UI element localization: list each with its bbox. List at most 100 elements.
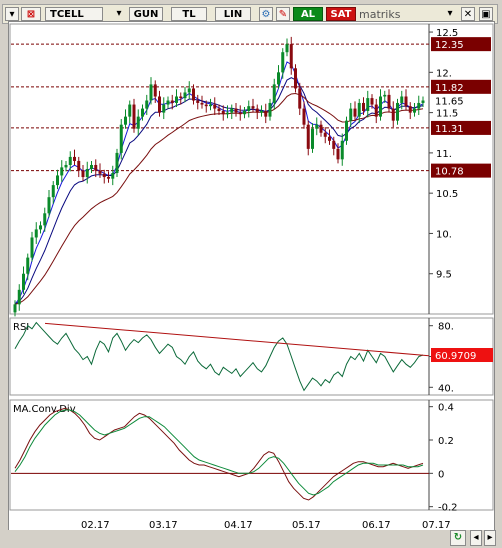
pen-icon[interactable]: ✎ — [276, 7, 290, 21]
matriks-logo: matriks — [359, 8, 401, 21]
candle-body — [362, 102, 365, 111]
candle-body — [417, 102, 421, 109]
candle-body — [64, 164, 68, 168]
candle-body — [238, 112, 242, 115]
logo-dropdown-icon[interactable]: ▾ — [444, 7, 456, 21]
chart-svg: 12.35 11.82 11.31 10.78 12.5 12. 11.5 11. 10.5 10… — [9, 23, 494, 531]
candle-body — [30, 237, 34, 258]
y-tick-label: 11. — [436, 149, 452, 160]
candle-body — [192, 88, 195, 101]
candle-body — [374, 104, 378, 117]
candle-body — [39, 225, 42, 230]
candle-body — [306, 124, 310, 149]
candle-body — [43, 213, 47, 226]
candle-body — [170, 100, 174, 103]
candle-body — [158, 96, 161, 113]
candle-body — [383, 94, 387, 97]
candle-body — [260, 111, 263, 113]
candle-body — [323, 132, 327, 137]
close-icon[interactable]: ✕ — [461, 7, 475, 21]
candle-body — [85, 169, 89, 178]
candle-body — [13, 304, 17, 313]
candle-body — [319, 124, 323, 133]
currency-button[interactable]: TL — [171, 7, 207, 21]
macd-y-tick-label: 0.2 — [438, 436, 454, 447]
candle-body — [90, 164, 93, 169]
status-bar: ↻ ◂ ▸ — [2, 530, 498, 546]
candle-body — [26, 257, 30, 274]
candle-body — [77, 160, 81, 171]
candle-body — [251, 106, 255, 109]
price-level-label: 11.82 — [435, 83, 464, 94]
candle-body — [243, 111, 246, 115]
candle-body — [255, 108, 259, 113]
settings-icon[interactable]: ⚙ — [259, 7, 273, 21]
candle-body — [47, 197, 51, 214]
scroll-right-icon[interactable]: ▸ — [484, 530, 496, 546]
candle-body — [340, 140, 344, 160]
candle-body — [17, 289, 21, 305]
candle-body — [221, 111, 225, 115]
chart-window: ▾ ⊠ TCELL ▾ GUN TL LIN ⚙ ✎ AL SAT matrik… — [0, 0, 502, 548]
candle-body — [328, 136, 331, 141]
price-level-label: 12.35 — [435, 40, 464, 51]
candle-body — [124, 116, 127, 125]
candle-body — [217, 108, 221, 111]
candle-body — [204, 104, 208, 107]
candle-body — [119, 124, 123, 153]
candle-body — [336, 148, 340, 160]
candle-body — [264, 111, 268, 117]
current-price-label: 11.65 — [435, 97, 464, 108]
buy-button[interactable]: AL — [293, 7, 323, 21]
candle-body — [98, 170, 102, 174]
candle-body — [102, 173, 106, 178]
candle-body — [357, 102, 361, 117]
candle-body — [141, 108, 144, 117]
candle-body — [315, 124, 319, 129]
candle-body — [145, 100, 149, 109]
candle-body — [311, 128, 314, 149]
candle-body — [34, 229, 38, 238]
candle-body — [387, 94, 391, 109]
candle-body — [391, 108, 395, 121]
period-button[interactable]: GUN — [129, 7, 163, 21]
candle-body — [73, 156, 76, 161]
candle-body — [421, 100, 425, 103]
candle-body — [213, 104, 217, 109]
symbol-field[interactable]: TCELL — [45, 7, 103, 21]
float-icon[interactable]: ▣ — [479, 7, 493, 21]
rsi-y-tick-label: 80. — [438, 322, 454, 333]
candle-body — [298, 88, 302, 109]
candle-body — [294, 68, 297, 89]
period-back-icon[interactable]: ▾ — [5, 7, 19, 21]
y-tick-label: 9.5 — [436, 270, 452, 281]
candle-body — [396, 102, 399, 121]
candle-body — [247, 106, 251, 111]
candle-body — [302, 108, 306, 125]
scroll-left-icon[interactable]: ◂ — [470, 530, 482, 546]
candle-body — [277, 72, 280, 85]
sell-button[interactable]: SAT — [326, 7, 356, 21]
chart-area[interactable]: 12.35 11.82 11.31 10.78 12.5 12. 11.5 11. 10.5 10… — [8, 21, 495, 533]
y-tick-label: 10.5 — [436, 189, 458, 200]
macd-y-tick-label: 0 — [438, 469, 444, 480]
y-tick-label: 11.5 — [436, 109, 458, 120]
candle-body — [60, 167, 64, 176]
refresh-icon[interactable]: ↻ — [450, 530, 466, 546]
candle-body — [413, 108, 416, 113]
pane-frame — [9, 23, 494, 315]
candle-body — [115, 152, 119, 174]
candle-body — [408, 106, 412, 113]
symbol-dropdown-icon[interactable]: ▾ — [115, 7, 123, 21]
candle-body — [166, 100, 170, 105]
candle-body — [400, 96, 404, 103]
macd-y-tick-label: -0.2 — [438, 503, 458, 514]
scale-button[interactable]: LIN — [215, 7, 251, 21]
candle-body — [81, 170, 85, 178]
candle-body — [175, 96, 178, 103]
candle-body — [268, 102, 272, 117]
indicator-icon[interactable]: ⊠ — [21, 7, 41, 21]
candle-body — [289, 44, 293, 69]
candle-body — [132, 104, 136, 129]
candle-body — [272, 84, 276, 103]
